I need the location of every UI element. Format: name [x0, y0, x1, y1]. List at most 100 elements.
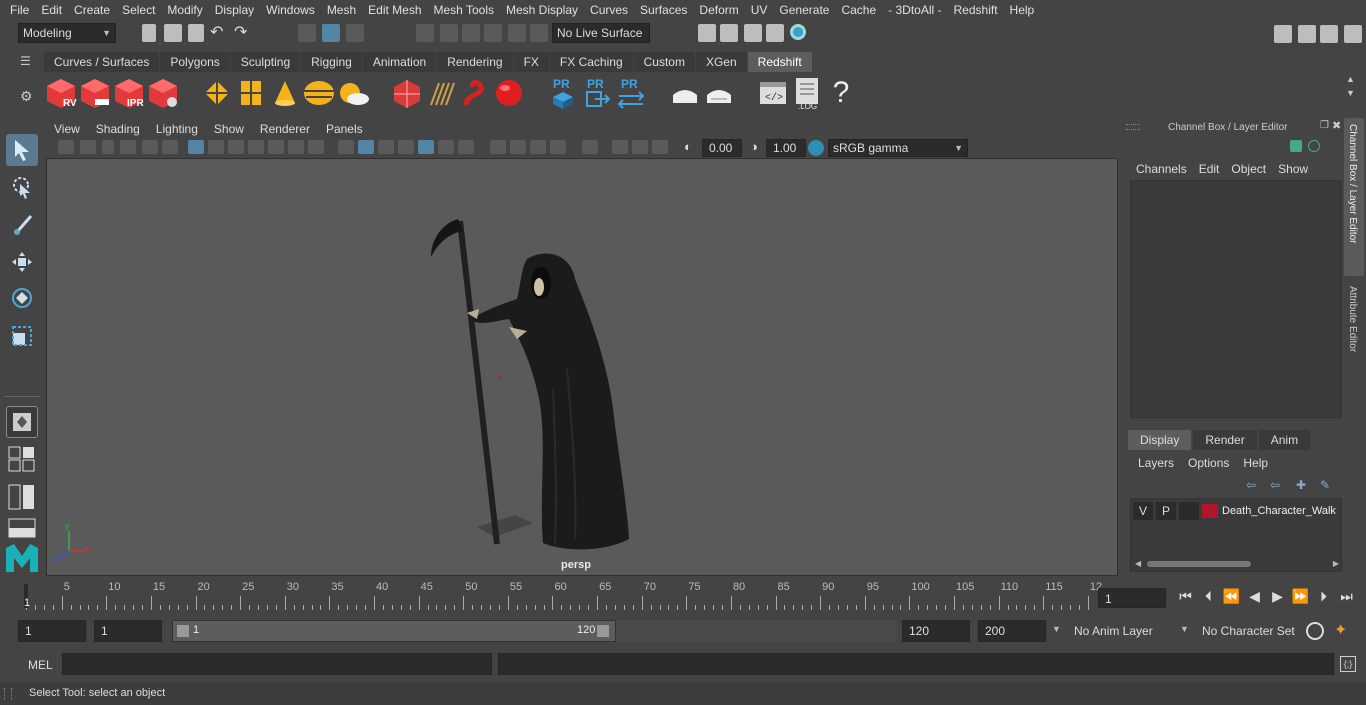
- anim-preferences-icon[interactable]: ✦: [1334, 620, 1347, 640]
- play-backward-icon[interactable]: ◀: [1243, 588, 1266, 605]
- shelf-tab-curves-surfaces[interactable]: Curves / Surfaces: [44, 52, 160, 72]
- shelf-tab-xgen[interactable]: XGen: [695, 52, 747, 72]
- anti-aliasing-icon[interactable]: [530, 140, 546, 154]
- channel-box-menu-show[interactable]: Show: [1272, 162, 1314, 176]
- move-layer-up-icon[interactable]: ⇦: [1246, 478, 1256, 492]
- step-back-frame-icon[interactable]: ⏴: [1197, 588, 1220, 605]
- camera-select-icon[interactable]: [58, 140, 74, 154]
- four-view-layout-icon[interactable]: [8, 446, 36, 472]
- redshift-dome-light-button[interactable]: [302, 76, 336, 110]
- undo-icon[interactable]: ↶: [210, 22, 223, 42]
- textured-icon[interactable]: [418, 140, 434, 154]
- script-language-label[interactable]: MEL: [28, 658, 53, 672]
- perspective-viewport[interactable]: y x z persp: [46, 158, 1118, 576]
- playback-end-field[interactable]: 120: [902, 620, 970, 642]
- redshift-pr-box-button[interactable]: PR: [546, 76, 580, 110]
- layer-menu-options[interactable]: Options: [1188, 456, 1229, 470]
- redshift-settings-button[interactable]: [146, 76, 180, 110]
- grease-pencil-icon[interactable]: [162, 140, 178, 154]
- redshift-ipr-button[interactable]: IPR: [112, 76, 146, 110]
- layer-row[interactable]: V P Death_Character_Walk: [1133, 501, 1341, 521]
- scroll-thumb[interactable]: [1147, 561, 1251, 567]
- viewport-menu-panels[interactable]: Panels: [318, 122, 371, 136]
- menu-edit-mesh[interactable]: Edit Mesh: [362, 3, 427, 17]
- film-gate-icon[interactable]: [208, 140, 224, 154]
- ipr-render-icon[interactable]: [744, 24, 762, 42]
- render-view-icon[interactable]: [698, 24, 716, 42]
- redshift-script-button[interactable]: </>: [756, 76, 790, 110]
- view-transform-dropdown[interactable]: sRGB gamma ▼: [828, 139, 968, 157]
- paint-select-tool-icon[interactable]: [6, 208, 38, 240]
- save-scene-icon[interactable]: [188, 24, 204, 42]
- render-settings-icon[interactable]: [766, 24, 784, 42]
- modeling-toolkit-icon[interactable]: [1274, 25, 1292, 43]
- redo-icon[interactable]: ↷: [234, 22, 247, 42]
- exposure-field[interactable]: 0.00: [702, 139, 742, 157]
- menu-3dtoall[interactable]: - 3DtoAll -: [882, 3, 947, 17]
- menu-deform[interactable]: Deform: [693, 3, 744, 17]
- lasso-tool-icon[interactable]: [6, 172, 38, 204]
- screen-space-ao-icon[interactable]: [490, 140, 506, 154]
- image-plane-icon[interactable]: [120, 140, 136, 154]
- channel-box-menu-edit[interactable]: Edit: [1193, 162, 1226, 176]
- script-editor-icon[interactable]: {;}: [1340, 656, 1356, 672]
- redshift-volume-button[interactable]: [390, 76, 424, 110]
- resolution-gate-icon[interactable]: [228, 140, 244, 154]
- viewport-menu-view[interactable]: View: [46, 122, 88, 136]
- shelf-tab-animation[interactable]: Animation: [362, 52, 437, 72]
- close-panel-icon[interactable]: ✖: [1332, 119, 1341, 132]
- viewport-menu-lighting[interactable]: Lighting: [148, 122, 206, 136]
- menu-generate[interactable]: Generate: [773, 3, 835, 17]
- layer-menu-layers[interactable]: Layers: [1138, 456, 1174, 470]
- default-material-icon[interactable]: [378, 140, 394, 154]
- command-input[interactable]: [62, 653, 492, 675]
- smooth-shade-icon[interactable]: [358, 140, 374, 154]
- open-scene-icon[interactable]: [164, 24, 182, 42]
- menu-cache[interactable]: Cache: [835, 3, 882, 17]
- make-live-icon[interactable]: [530, 24, 548, 42]
- go-to-end-icon[interactable]: ⏭: [1335, 588, 1358, 605]
- redshift-log-button[interactable]: .LOG: [790, 76, 824, 110]
- shelf-tab-fx-caching[interactable]: FX Caching: [549, 52, 633, 72]
- channel-box-toggle-icon[interactable]: [1344, 25, 1362, 43]
- scene-end-field[interactable]: 200: [978, 620, 1046, 642]
- layer-menu-help[interactable]: Help: [1243, 456, 1268, 470]
- xray-joints-icon[interactable]: [652, 140, 668, 154]
- menu-curves[interactable]: Curves: [584, 3, 634, 17]
- outliner-layout-icon[interactable]: [8, 518, 36, 538]
- menu-surfaces[interactable]: Surfaces: [634, 3, 693, 17]
- tool-settings-toggle-icon[interactable]: [1320, 25, 1338, 43]
- render-current-frame-icon[interactable]: [720, 24, 738, 42]
- shelf-tab-redshift[interactable]: Redshift: [747, 52, 812, 72]
- shelf-tab-polygons[interactable]: Polygons: [160, 52, 230, 72]
- snap-projected-icon[interactable]: [484, 24, 502, 42]
- isolate-select-icon[interactable]: [582, 140, 598, 154]
- scroll-right-icon[interactable]: ▶: [1333, 559, 1339, 568]
- auto-key-icon[interactable]: [1306, 622, 1324, 640]
- shelf-tab-rendering[interactable]: Rendering: [437, 52, 513, 72]
- menu-uv[interactable]: UV: [745, 3, 774, 17]
- channel-box-menu-channels[interactable]: Channels: [1130, 162, 1193, 176]
- new-layer-selected-icon[interactable]: ✎: [1320, 478, 1330, 492]
- menu-help[interactable]: Help: [1004, 3, 1041, 17]
- shelf-scroll-down-icon[interactable]: ▼: [1346, 88, 1355, 98]
- channel-box-icon-2[interactable]: [1308, 140, 1320, 152]
- two-d-pan-icon[interactable]: [142, 140, 158, 154]
- depth-of-field-icon[interactable]: [550, 140, 566, 154]
- redshift-pr-export-button[interactable]: PR: [580, 76, 614, 110]
- live-surface-field[interactable]: No Live Surface: [552, 23, 650, 43]
- menu-create[interactable]: Create: [68, 3, 116, 17]
- menu-mesh-display[interactable]: Mesh Display: [500, 3, 584, 17]
- use-all-lights-icon[interactable]: [438, 140, 454, 154]
- shelf-tab-fx[interactable]: FX: [513, 52, 549, 72]
- redshift-pr-swap-button[interactable]: PR: [614, 76, 648, 110]
- wireframe-on-shaded-icon[interactable]: [398, 140, 414, 154]
- move-layer-down-icon[interactable]: ⇦: [1270, 478, 1280, 492]
- select-by-hierarchy-icon[interactable]: [298, 24, 316, 42]
- time-slider[interactable]: 5 10 15 20 25 30 35 40 45 50 55 60 65 70 75 80 85 90 95 100…: [20, 580, 1102, 610]
- scroll-left-icon[interactable]: ◀: [1135, 559, 1141, 568]
- color-management-icon[interactable]: [808, 140, 824, 156]
- shelf-menu-icon[interactable]: ☰: [20, 54, 34, 68]
- gamma-field[interactable]: 1.00: [766, 139, 806, 157]
- xray-active-icon[interactable]: [632, 140, 648, 154]
